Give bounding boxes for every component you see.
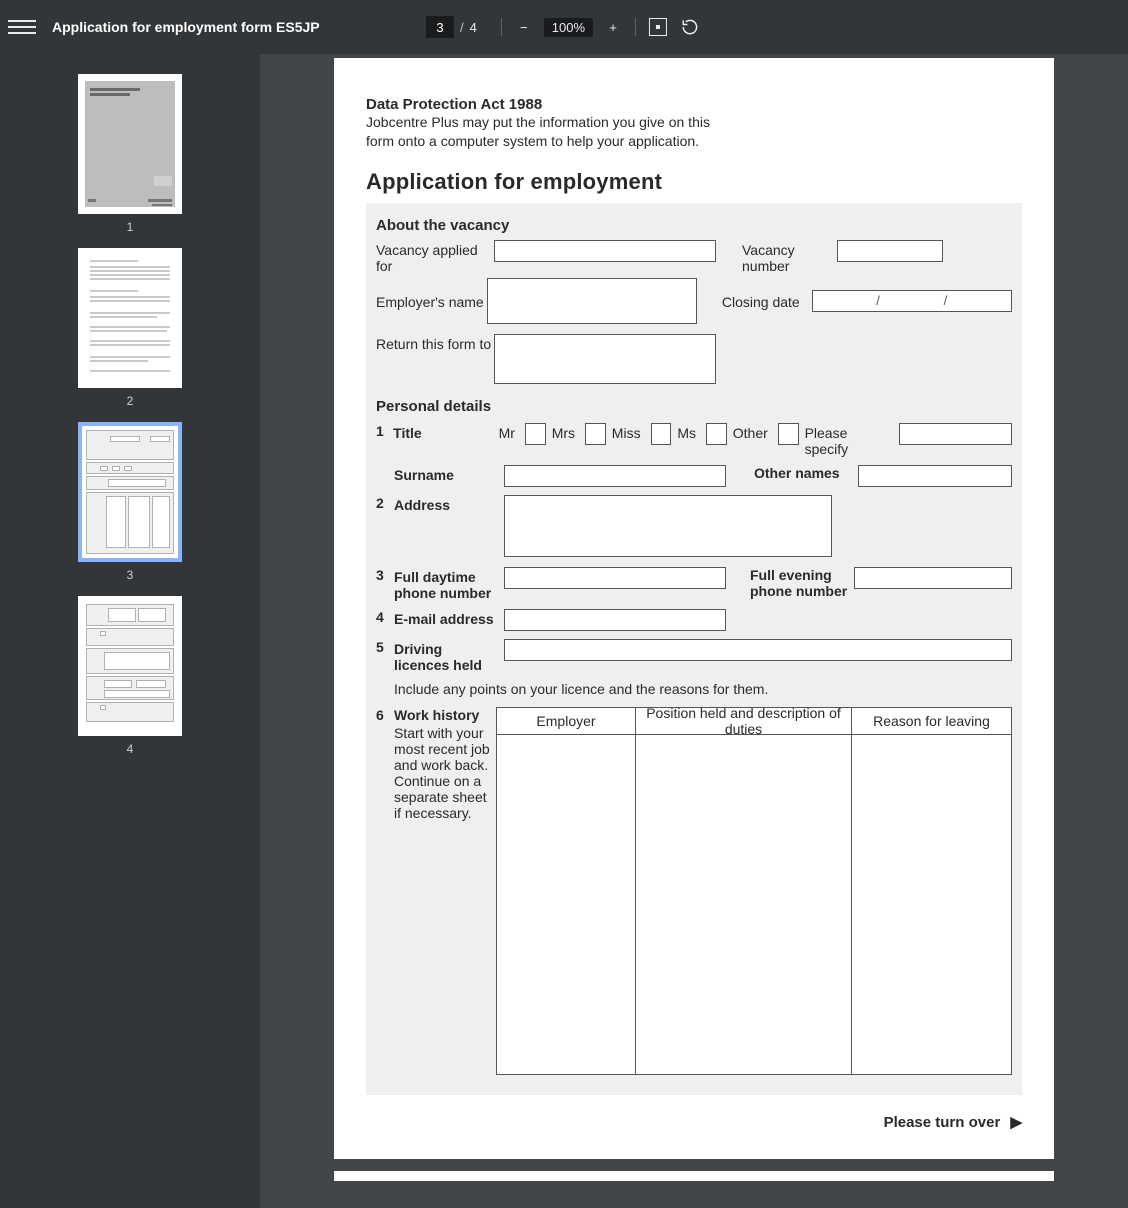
fit-page-button[interactable] [646,15,670,39]
thumbnail-2[interactable]: 2 [78,248,182,408]
field-daytime-phone[interactable] [504,567,726,589]
separator [635,18,636,36]
page-number-input[interactable] [426,16,454,38]
q2-number: 2 [376,495,390,511]
q3-number: 3 [376,567,390,583]
title-specify-label: Please specify [803,423,896,457]
wh-cell-reason[interactable] [852,735,1012,1075]
form-title: Application for employment [366,169,1022,195]
field-vacancy-number[interactable] [837,240,943,262]
field-vacancy-applied[interactable] [494,240,716,262]
checkbox-mr[interactable] [525,423,546,445]
q3-label: Full daytime phone number [394,567,500,601]
label-vacancy-number: Vacancy number [742,240,837,274]
field-evening-phone[interactable] [854,567,1012,589]
thumbnail-number: 1 [78,220,182,234]
q6-hint: Start with your most recent job and work… [394,725,496,821]
label-closing-date: Closing date [722,292,812,310]
q6-label: Work history [394,707,479,723]
section-personal-heading: Personal details [376,398,1012,415]
label-vacancy-applied: Vacancy applied for [376,240,494,274]
wh-header-employer: Employer [496,707,636,735]
rotate-button[interactable] [678,15,702,39]
dpa-text-1: Jobcentre Plus may put the information y… [366,113,1022,132]
thumbnail-3[interactable]: 3 [78,422,182,582]
q5-label: Driving licences held [394,639,500,673]
dpa-heading: Data Protection Act 1988 [366,96,1022,113]
title-mr-label: Mr [497,423,521,441]
wh-header-position: Position held and description of duties [636,707,852,735]
thumbnail-number: 4 [78,742,182,756]
q6-number: 6 [376,707,390,723]
pdf-page-3: Data Protection Act 1988 Jobcentre Plus … [334,58,1054,1159]
label-return-form: Return this form to [376,334,494,352]
title-mrs-label: Mrs [550,423,581,441]
form-body: About the vacancy Vacancy applied for Va… [366,203,1022,1095]
field-return-form[interactable] [494,334,716,384]
field-driving-licence[interactable] [504,639,1012,661]
title-other-label: Other [731,423,774,441]
q5-number: 5 [376,639,390,655]
turn-over-note: Please turn over ▶ [366,1113,1022,1131]
q5-hint: Include any points on your licence and t… [394,681,1012,697]
checkbox-ms[interactable] [706,423,727,445]
q1-number: 1 [376,423,389,439]
thumbnail-preview-2 [78,248,182,388]
q1-label: Title [393,423,492,441]
field-title-specify[interactable] [899,423,1012,445]
section-vacancy-heading: About the vacancy [376,217,1012,234]
field-employer-name[interactable] [487,278,697,324]
page-total: 4 [470,20,477,35]
thumbnail-1[interactable]: 1 [78,74,182,234]
work-history-table: Employer Position held and description o… [496,707,1012,1075]
thumbnail-preview-1 [78,74,182,214]
thumbnail-number: 2 [78,394,182,408]
field-email[interactable] [504,609,726,631]
q4-label: E-mail address [394,609,500,627]
toolbar-center: / 4 − 100% + [426,15,702,39]
surname-label: Surname [394,465,500,483]
field-closing-date[interactable]: / / [812,290,1012,312]
zoom-out-button[interactable]: − [512,15,536,39]
wh-cell-employer[interactable] [496,735,636,1075]
other-names-label: Other names [754,465,854,481]
q4-number: 4 [376,609,390,625]
pdf-toolbar: Application for employment form ES5JP / … [0,0,1128,54]
zoom-value: 100% [544,18,593,37]
checkbox-miss[interactable] [651,423,672,445]
separator [501,18,502,36]
pdf-page-4-sliver [334,1171,1054,1181]
q3b-label: Full evening phone number [750,567,850,599]
wh-cell-position[interactable] [636,735,852,1075]
rotate-icon [680,17,700,37]
checkbox-mrs[interactable] [585,423,606,445]
page-canvas[interactable]: Data Protection Act 1988 Jobcentre Plus … [260,54,1128,1208]
document-title: Application for employment form ES5JP [52,19,320,35]
field-surname[interactable] [504,465,726,487]
thumbnail-preview-4 [78,596,182,736]
q2-label: Address [394,495,500,513]
page-separator: / [460,20,464,35]
field-address[interactable] [504,495,832,557]
field-other-names[interactable] [858,465,1012,487]
wh-header-reason: Reason for leaving [852,707,1012,735]
checkbox-other[interactable] [778,423,799,445]
thumbnail-number: 3 [78,568,182,582]
fit-page-icon [649,18,667,36]
menu-icon[interactable] [8,13,36,41]
zoom-in-button[interactable]: + [601,15,625,39]
dpa-text-2: form onto a computer system to help your… [366,132,1022,151]
title-miss-label: Miss [610,423,647,441]
thumbnail-sidebar[interactable]: 1 2 [0,54,260,1208]
title-ms-label: Ms [675,423,702,441]
triangle-right-icon: ▶ [1010,1113,1022,1131]
thumbnail-4[interactable]: 4 [78,596,182,756]
thumbnail-preview-3 [78,422,182,562]
label-employer-name: Employer's name [376,292,487,310]
